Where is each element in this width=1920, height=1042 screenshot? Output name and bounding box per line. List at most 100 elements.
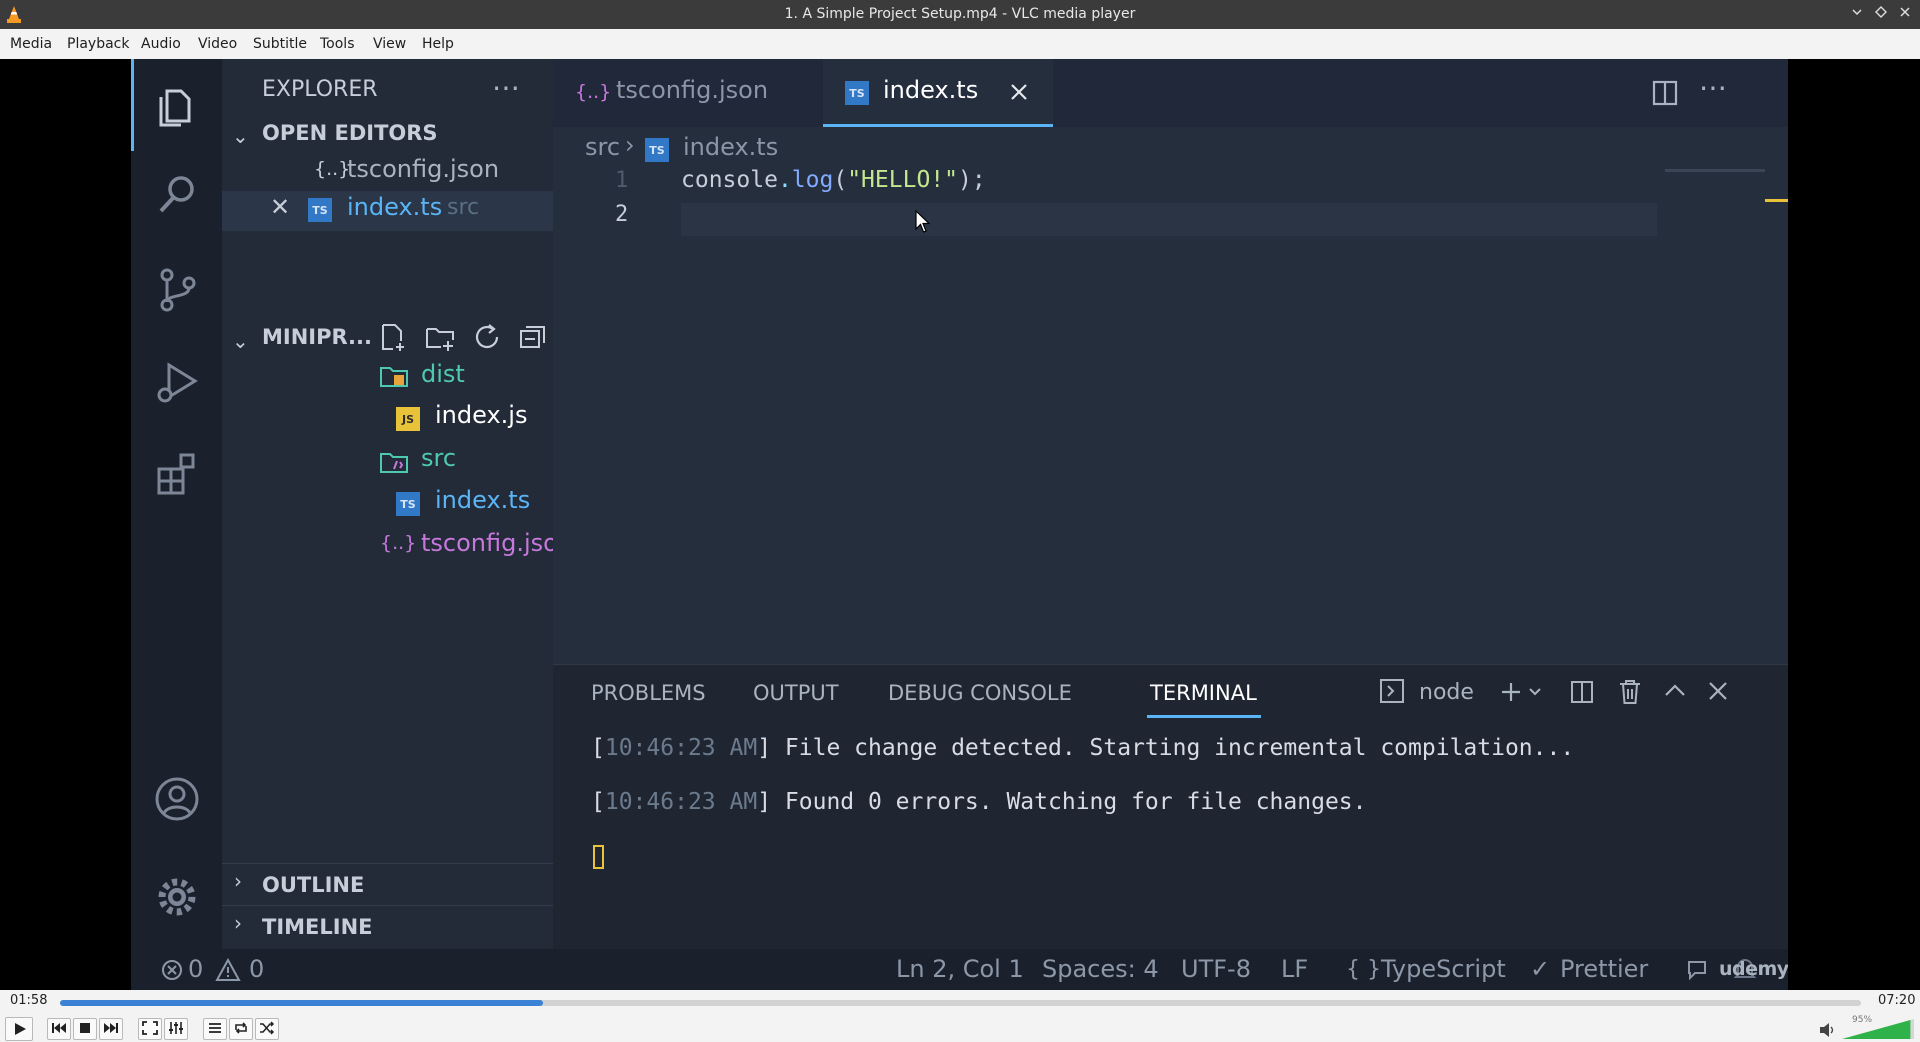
- explorer-icon[interactable]: [153, 81, 201, 129]
- chevron-up-icon[interactable]: [1663, 681, 1687, 701]
- breadcrumb-folder[interactable]: src: [585, 133, 620, 161]
- next-button[interactable]: [99, 1018, 123, 1040]
- terminal-icon: [1380, 679, 1404, 703]
- trash-icon[interactable]: [1617, 678, 1643, 706]
- chevron-down-icon[interactable]: [1528, 686, 1542, 698]
- code-function: log: [791, 167, 834, 193]
- fullscreen-button[interactable]: [138, 1018, 162, 1040]
- loop-icon: [235, 1022, 247, 1034]
- typescript-file-icon: TS: [645, 138, 669, 162]
- current-line-highlight: [681, 203, 1657, 236]
- tab-problems[interactable]: PROBLEMS: [591, 681, 706, 705]
- formatter-label: Prettier: [1560, 955, 1649, 983]
- error-count: 0: [188, 955, 204, 983]
- new-folder-icon[interactable]: [424, 321, 456, 353]
- sliders-icon: [169, 1022, 183, 1034]
- src-folder-icon: [380, 453, 408, 473]
- source-control-icon[interactable]: [153, 265, 201, 313]
- more-actions-icon[interactable]: ⋯: [1699, 71, 1727, 104]
- terminal-shell-name: node: [1419, 680, 1474, 705]
- breadcrumb-file[interactable]: index.ts: [683, 133, 778, 161]
- tab-output[interactable]: OUTPUT: [753, 681, 839, 705]
- chevron-down-icon[interactable]: ⌄: [232, 329, 249, 353]
- cursor-position[interactable]: Ln 2, Col 1: [896, 949, 1024, 990]
- minimap[interactable]: [1665, 169, 1765, 172]
- terminal-cursor: [593, 845, 604, 869]
- stop-button[interactable]: [73, 1018, 97, 1040]
- minimize-button[interactable]: [1847, 4, 1867, 24]
- active-view-marker: [131, 59, 134, 151]
- extensions-icon[interactable]: [153, 449, 201, 497]
- skip-back-icon: [52, 1023, 66, 1033]
- tab-label: index.ts: [883, 76, 979, 104]
- code-line[interactable]: console.log("HELLO!");: [681, 167, 986, 193]
- close-icon[interactable]: ✕: [270, 193, 290, 221]
- shuffle-button[interactable]: [255, 1018, 279, 1040]
- search-icon[interactable]: [153, 171, 201, 219]
- chevron-right-icon[interactable]: ›: [234, 911, 242, 935]
- encoding[interactable]: UTF-8: [1181, 949, 1251, 990]
- menu-tools[interactable]: Tools: [320, 29, 355, 59]
- close-icon[interactable]: [1707, 680, 1729, 702]
- play-button[interactable]: [5, 1017, 33, 1041]
- terminal-line: [10:46:23 AM] Found 0 errors. Watching f…: [591, 789, 1367, 815]
- gear-icon[interactable]: [153, 873, 201, 921]
- split-terminal-icon[interactable]: [1569, 679, 1595, 705]
- project-header[interactable]: MINIPR...: [262, 325, 372, 349]
- chevron-down-icon[interactable]: ⌄: [232, 124, 249, 148]
- active-tab-underline: [823, 124, 1053, 127]
- loop-button[interactable]: [229, 1018, 253, 1040]
- previous-button[interactable]: [47, 1018, 71, 1040]
- plus-icon[interactable]: [1499, 680, 1523, 704]
- open-editor-index-ts[interactable]: ✕ TS index.ts src: [222, 191, 553, 231]
- maximize-button[interactable]: [1871, 4, 1891, 24]
- seek-bar[interactable]: [60, 1000, 1861, 1006]
- refresh-icon[interactable]: [471, 321, 503, 353]
- window-titlebar: 1. A Simple Project Setup.mp4 - VLC medi…: [0, 0, 1920, 29]
- end-of-line[interactable]: LF: [1281, 949, 1308, 990]
- tab-debug-console[interactable]: DEBUG CONSOLE: [888, 681, 1072, 705]
- terminal-line: [10:46:23 AM] File change detected. Star…: [591, 735, 1575, 761]
- chevron-right-icon[interactable]: ›: [234, 869, 242, 893]
- menu-audio[interactable]: Audio: [141, 29, 181, 59]
- timeline-header[interactable]: TIMELINE: [262, 915, 373, 939]
- window-title: 1. A Simple Project Setup.mp4 - VLC medi…: [784, 6, 1136, 22]
- feedback-icon[interactable]: [1686, 958, 1712, 982]
- more-actions-icon[interactable]: ⋯: [492, 71, 520, 104]
- new-file-icon[interactable]: [377, 321, 409, 353]
- overview-ruler-marker: [1765, 199, 1788, 202]
- playlist-button[interactable]: [203, 1018, 227, 1040]
- split-editor-icon[interactable]: [1651, 79, 1679, 107]
- dist-folder-icon: [380, 367, 408, 387]
- total-time: 07:20: [1878, 993, 1916, 1008]
- fullscreen-icon: [142, 1021, 158, 1035]
- run-debug-icon[interactable]: [153, 357, 201, 405]
- account-icon[interactable]: [153, 775, 201, 823]
- menu-subtitle[interactable]: Subtitle: [253, 29, 307, 59]
- close-window-button[interactable]: [1895, 4, 1915, 24]
- typescript-file-icon: TS: [396, 492, 420, 516]
- open-editors-header[interactable]: OPEN EDITORS: [262, 121, 438, 145]
- indentation[interactable]: Spaces: 4: [1042, 949, 1159, 990]
- tab-index-ts[interactable]: TS index.ts: [823, 59, 1053, 127]
- menu-video[interactable]: Video: [198, 29, 237, 59]
- error-icon: [162, 960, 182, 980]
- open-editor-folder-hint: src: [447, 195, 480, 220]
- menu-view[interactable]: View: [373, 29, 406, 59]
- extended-settings-button[interactable]: [164, 1018, 188, 1040]
- video-area[interactable]: EXPLORER ⋯ ⌄ OPEN EDITORS {..} tsconfig.…: [0, 59, 1920, 990]
- tree-label: src: [421, 444, 457, 472]
- tab-tsconfig[interactable]: {..} tsconfig.json: [553, 59, 813, 127]
- speaker-icon[interactable]: [1818, 1022, 1836, 1038]
- terminal-message: Found 0 errors. Watching for file change…: [784, 789, 1367, 815]
- menu-help[interactable]: Help: [422, 29, 454, 59]
- volume-slider[interactable]: [1842, 1018, 1914, 1040]
- menu-playback[interactable]: Playback: [67, 29, 129, 59]
- json-file-icon: {..}: [380, 532, 417, 554]
- tab-terminal[interactable]: TERMINAL: [1150, 681, 1257, 705]
- collapse-all-icon[interactable]: [517, 321, 549, 353]
- outline-header[interactable]: OUTLINE: [262, 873, 364, 897]
- close-icon[interactable]: [1009, 82, 1029, 102]
- menu-media[interactable]: Media: [10, 29, 52, 59]
- line-number: 2: [615, 202, 629, 227]
